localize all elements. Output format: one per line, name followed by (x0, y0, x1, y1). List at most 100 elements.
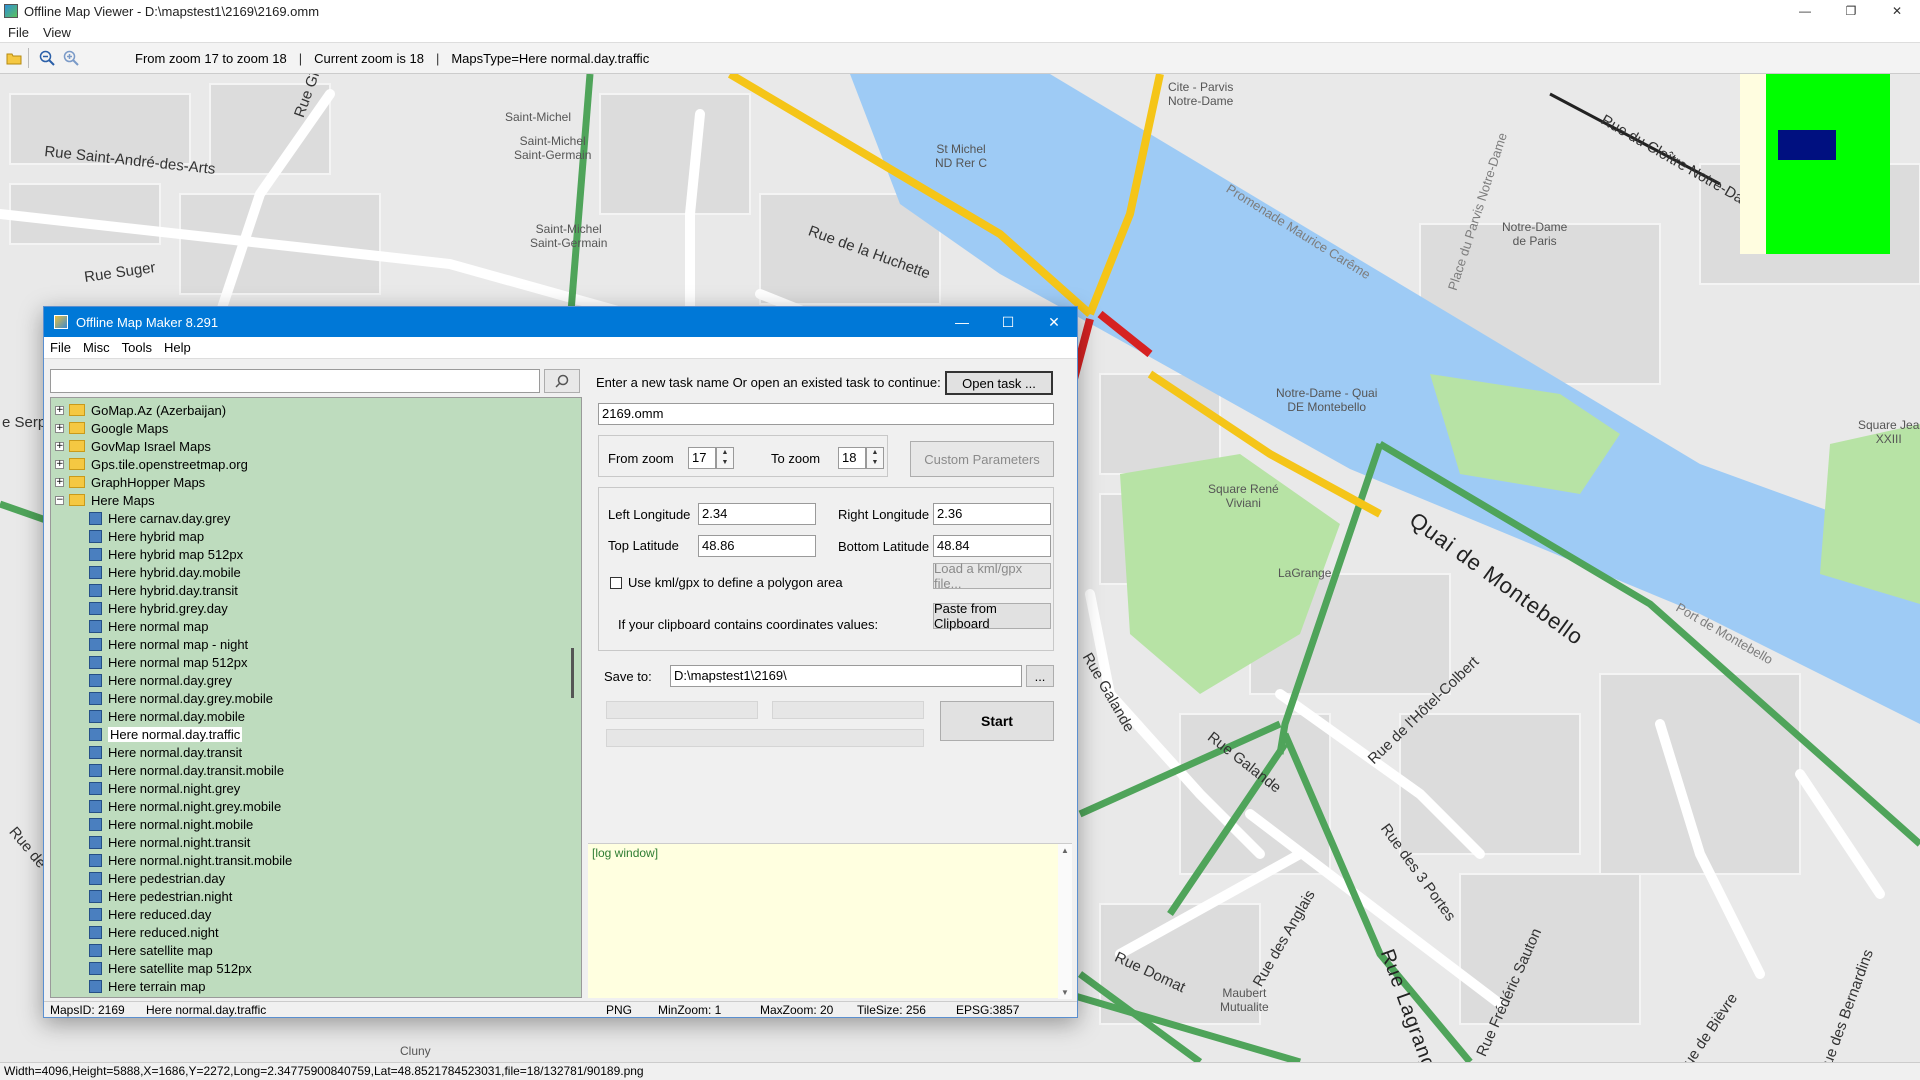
tree-item-label: Here normal map 512px (108, 654, 248, 670)
right-longitude-field[interactable]: 2.36 (933, 503, 1051, 525)
minimap-viewport[interactable] (1778, 130, 1836, 160)
viewer-toolbar: From zoom 17 to zoom 18 | Current zoom i… (0, 42, 1920, 74)
expand-icon[interactable]: + (55, 459, 64, 469)
open-task-button[interactable]: Open task ... (945, 371, 1053, 395)
save-to-field[interactable]: D:\mapstest1\2169\ (670, 665, 1022, 687)
maps-tree[interactable]: + GoMap.Az (Azerbaijan) + Google Maps + GovMa… (50, 397, 582, 998)
tree-item[interactable]: + GoMap.Az (Azerbaijan) (55, 401, 226, 419)
map-source-icon (89, 925, 102, 939)
tree-item[interactable]: − Here Maps (55, 491, 155, 509)
kml-checkbox[interactable] (610, 577, 622, 589)
tree-item[interactable]: Here normal.day.grey (89, 671, 232, 689)
tree-item[interactable]: Here reduced.day (89, 905, 211, 923)
dialog-minimize-icon[interactable]: — (939, 307, 985, 337)
map-source-icon (89, 853, 102, 867)
tree-item[interactable]: Here normal.day.transit.mobile (89, 761, 284, 779)
minimap[interactable] (1740, 74, 1890, 254)
from-zoom-spinner[interactable]: ▲ ▼ (716, 447, 734, 469)
tree-item[interactable]: Here hybrid map 512px (89, 545, 243, 563)
tree-item-label: Here satellite map (108, 942, 213, 958)
search-icon[interactable] (544, 369, 580, 393)
tree-item[interactable]: Here hybrid.day.mobile (89, 563, 241, 581)
scroll-up-icon[interactable]: ▲ (1061, 846, 1069, 855)
tree-item[interactable]: + GovMap Israel Maps (55, 437, 211, 455)
collapse-icon[interactable]: − (55, 495, 64, 505)
dialog-menu-file[interactable]: File (50, 340, 71, 355)
paste-clipboard-button[interactable]: Paste from Clipboard (933, 601, 1051, 631)
browse-button[interactable]: ... (1026, 665, 1054, 687)
dialog-menu-tools[interactable]: Tools (122, 340, 152, 355)
tree-item[interactable]: Here hybrid map (89, 527, 204, 545)
tree-search-input[interactable] (50, 369, 540, 393)
expand-icon[interactable]: + (55, 405, 64, 415)
tree-item[interactable]: Here normal map (89, 617, 208, 635)
map-source-icon (89, 907, 102, 921)
open-folder-icon[interactable] (4, 48, 24, 68)
tree-item[interactable]: + GraphHopper Maps (55, 473, 205, 491)
to-zoom-label: To zoom (771, 451, 821, 466)
from-zoom-field[interactable]: 17 (688, 447, 716, 469)
scroll-down-icon[interactable]: ▼ (1061, 988, 1069, 997)
tree-item-label: Google Maps (91, 420, 169, 436)
tree-item[interactable]: Here pedestrian.day (89, 869, 225, 887)
start-button[interactable]: Start (940, 701, 1054, 741)
tree-item[interactable]: Here normal map - night (89, 635, 248, 653)
tree-item[interactable]: Here reduced.night (89, 923, 219, 941)
tree-item[interactable]: Here normal.day.transit (89, 743, 242, 761)
to-zoom-field[interactable]: 18 (838, 447, 866, 469)
map-source-icon (89, 709, 102, 723)
task-name-field[interactable]: 2169.omm (598, 403, 1054, 425)
expand-icon[interactable]: + (55, 477, 64, 487)
tree-item[interactable]: Here normal.night.transit (89, 833, 250, 851)
tree-scroll-thumb[interactable] (571, 648, 574, 698)
tree-item-label: Here normal.day.traffic (108, 726, 243, 742)
expand-icon[interactable]: + (55, 423, 64, 433)
left-longitude-field[interactable]: 2.34 (698, 503, 816, 525)
tree-item[interactable]: Here satellite map 512px (89, 959, 252, 977)
zoom-out-icon[interactable] (37, 48, 57, 68)
dialog-close-icon[interactable]: ✕ (1031, 307, 1077, 337)
tree-item-label: GoMap.Az (Azerbaijan) (91, 402, 227, 418)
menu-view[interactable]: View (43, 25, 71, 40)
tree-item[interactable]: + Gps.tile.openstreetmap.org (55, 455, 248, 473)
dialog-window-controls: — ☐ ✕ (939, 307, 1077, 337)
close-icon[interactable]: ✕ (1874, 0, 1920, 22)
expand-icon[interactable]: + (55, 441, 64, 451)
bottom-latitude-field[interactable]: 48.84 (933, 535, 1051, 557)
dialog-menu-misc[interactable]: Misc (83, 340, 110, 355)
menu-file[interactable]: File (8, 25, 29, 40)
tree-item[interactable]: Here pedestrian.night (89, 887, 232, 905)
tree-item[interactable]: Here normal.day.traffic (89, 725, 243, 743)
tree-item[interactable]: Here normal.night.grey.mobile (89, 797, 281, 815)
tree-item[interactable]: Here terrain map (89, 977, 206, 995)
log-window[interactable]: [log window] ▲ ▼ (588, 843, 1072, 999)
load-kml-button[interactable]: Load a kml/gpx file... (933, 561, 1051, 591)
folder-icon (69, 476, 85, 488)
progress-bar-1 (606, 701, 758, 719)
tree-item[interactable]: Here hybrid.grey.day (89, 599, 228, 617)
tree-item[interactable]: Here normal.night.mobile (89, 815, 253, 833)
tree-scrollbar[interactable] (569, 398, 579, 997)
tree-item[interactable]: Here normal map 512px (89, 653, 247, 671)
minimap-area (1766, 74, 1890, 254)
minimize-icon[interactable]: — (1782, 0, 1828, 22)
dialog-menu-help[interactable]: Help (164, 340, 191, 355)
tree-item[interactable]: Here normal.day.mobile (89, 707, 245, 725)
log-scrollbar[interactable]: ▲ ▼ (1058, 844, 1072, 999)
tree-item[interactable]: Here carnav.day.grey (89, 509, 230, 527)
tree-item-label: Here normal.day.transit.mobile (108, 762, 285, 778)
restore-icon[interactable]: ❐ (1828, 0, 1874, 22)
dialog-maximize-icon[interactable]: ☐ (985, 307, 1031, 337)
top-latitude-field[interactable]: 48.86 (698, 535, 816, 557)
tree-item[interactable]: Here normal.day.grey.mobile (89, 689, 273, 707)
tree-item[interactable]: Here normal.night.transit.mobile (89, 851, 292, 869)
tree-item[interactable]: Here hybrid.day.transit (89, 581, 238, 599)
to-zoom-spinner[interactable]: ▲ ▼ (866, 447, 884, 469)
zoom-in-icon[interactable] (61, 48, 81, 68)
map-label-st-michel-nd: St Michel ND Rer C (935, 142, 988, 170)
tree-item[interactable]: Here satellite map (89, 941, 213, 959)
tree-item[interactable]: + Google Maps (55, 419, 168, 437)
map-source-icon (89, 655, 102, 669)
tree-item[interactable]: Here normal.night.grey (89, 779, 240, 797)
custom-parameters-button[interactable]: Custom Parameters (910, 441, 1054, 477)
